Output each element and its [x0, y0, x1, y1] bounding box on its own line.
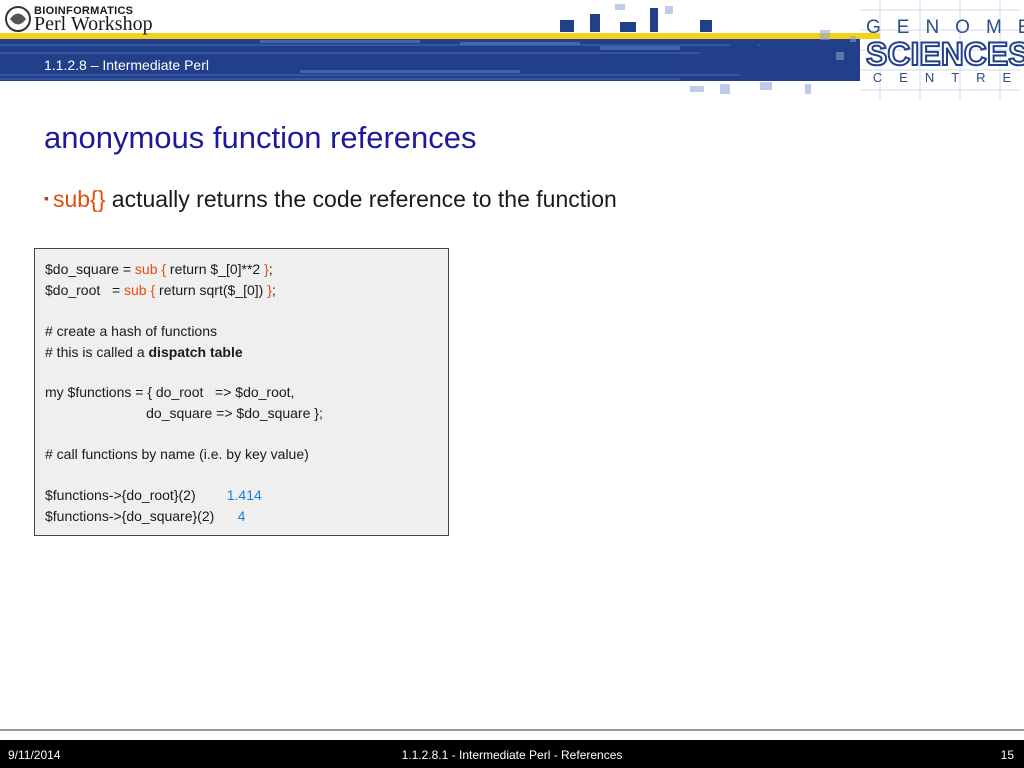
- code-comment-1: # create a hash of functions: [45, 323, 217, 339]
- bullet-text: actually returns the code reference to t…: [105, 186, 617, 212]
- slide-title: anonymous function references: [44, 120, 477, 155]
- code-result-root: 1.414: [226, 487, 262, 503]
- header-banner: BIOINFORMATICS Perl Workshop 1.1.2.8 – I…: [0, 0, 1024, 100]
- bullet-point: ▪ sub{} actually returns the code referen…: [44, 186, 617, 213]
- code-line-1: $do_square = sub { return $_[0]**2 };: [45, 261, 273, 277]
- code-result-square: 4: [237, 508, 246, 524]
- section-label: 1.1.2.8 – Intermediate Perl: [44, 57, 209, 73]
- bullet-code: sub{}: [52, 186, 106, 212]
- workshop-logo-icon: [5, 6, 31, 32]
- page-number: 15: [1000, 748, 1014, 762]
- code-line-hash-1: my $functions = { do_root => $do_root,: [45, 384, 295, 400]
- code-comment-2: # this is called a dispatch table: [45, 344, 243, 360]
- bullet-dot-icon: ▪: [44, 190, 49, 206]
- footer-title: 1.1.2.8.1 - Intermediate Perl - Referenc…: [401, 748, 623, 762]
- footer-bar: 9/11/2014 1.1.2.8.1 - Intermediate Perl …: [0, 740, 1024, 768]
- code-line-hash-2: do_square => $do_square };: [45, 405, 323, 421]
- gsc-logo: GENOME SCIENCES CENTRE: [865, 18, 1024, 86]
- code-block: $do_square = sub { return $_[0]**2 }; $d…: [34, 248, 449, 536]
- gsc-sciences-text: SCIENCES: [865, 36, 1024, 72]
- gsc-genome-text: GENOME: [866, 17, 1024, 38]
- code-line-2: $do_root = sub { return sqrt($_[0]) };: [45, 282, 276, 298]
- logo-line2: Perl Workshop: [34, 13, 153, 35]
- code-comment-3: # call functions by name (i.e. by key va…: [45, 446, 309, 462]
- gsc-centre-text: CENTRE: [872, 70, 1024, 85]
- code-call-square: $functions->{do_square}(2) 4: [45, 508, 246, 524]
- code-call-root: $functions->{do_root}(2) 1.414: [45, 487, 262, 503]
